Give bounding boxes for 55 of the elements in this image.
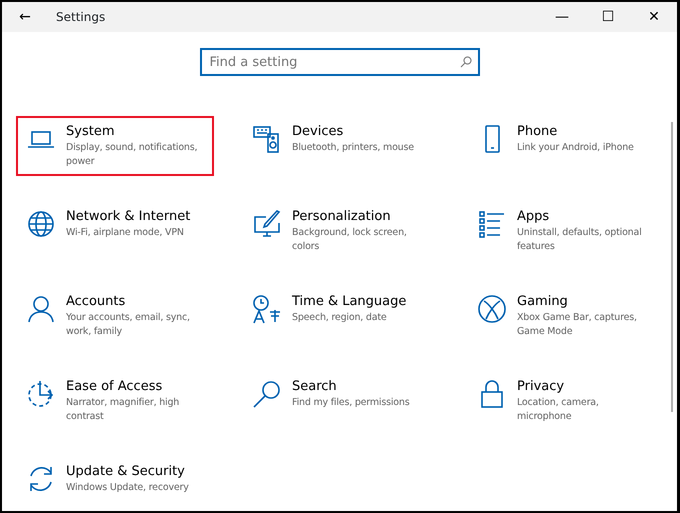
- clock-letters-icon: [252, 294, 282, 324]
- search-icon: [460, 56, 472, 68]
- maximize-button[interactable]: ☐: [585, 2, 631, 32]
- tile-title: Gaming: [517, 294, 569, 311]
- tile-description: Background, lock screen, colors: [292, 226, 408, 254]
- tile-title: Network & Internet: [66, 209, 190, 226]
- tile-title: Phone: [517, 124, 558, 141]
- back-button[interactable]: ←: [2, 2, 48, 32]
- keyboard-speaker-icon: [252, 124, 282, 154]
- settings-tile[interactable]: Accounts Your accounts, email, sync, work, family: [16, 286, 214, 346]
- tile-description: Find my files, permissions: [292, 396, 410, 410]
- settings-tile[interactable]: System Display, sound, notifications, power: [16, 116, 214, 176]
- settings-tile[interactable]: Phone Link your Android, iPhone: [467, 116, 665, 163]
- tile-title: Apps: [517, 209, 550, 226]
- minimize-button[interactable]: —: [539, 2, 585, 32]
- close-button[interactable]: ✕: [631, 2, 677, 32]
- tile-description: Display, sound, notifications, power: [66, 140, 198, 168]
- tile-description: Your accounts, email, sync, work, family: [66, 310, 191, 338]
- settings-tile[interactable]: Ease of Access Narrator, magnifier, high contrast: [16, 371, 214, 432]
- dashed-clock-icon: [26, 379, 56, 409]
- tile-description: Speech, region, date: [292, 310, 388, 325]
- magnifier-icon: [252, 379, 282, 409]
- settings-tile[interactable]: Devices Bluetooth, printers, mouse: [242, 116, 440, 163]
- tile-title: Devices: [292, 124, 344, 141]
- person-icon: [26, 294, 56, 324]
- settings-tile[interactable]: Gaming Xbox Game Bar, captures, Game Mode: [467, 286, 665, 346]
- scrollbar[interactable]: [671, 122, 673, 412]
- tile-title: Accounts: [66, 294, 126, 311]
- tile-title: System: [66, 124, 116, 141]
- globe-icon: [26, 209, 56, 239]
- settings-tile[interactable]: Apps Uninstall, defaults, optional features: [467, 201, 665, 262]
- tile-description: Location, camera, microphone: [517, 396, 600, 424]
- settings-tile[interactable]: Update & Security Windows Update, recovery: [16, 456, 214, 503]
- list-icon: [477, 209, 507, 239]
- search-field[interactable]: Find a setting: [200, 48, 480, 76]
- tile-description: Xbox Game Bar, captures, Game Mode: [517, 310, 638, 338]
- settings-tile[interactable]: Search Find my files, permissions: [242, 371, 440, 418]
- tile-description: Windows Update, recovery: [66, 480, 189, 495]
- tile-description: Uninstall, defaults, optional features: [517, 226, 643, 254]
- settings-tile[interactable]: Network & Internet Wi-Fi, airplane mode, VPN: [16, 201, 214, 248]
- tile-title: Personalization: [292, 209, 392, 226]
- tile-title: Ease of Access: [66, 379, 164, 396]
- tile-title: Privacy: [517, 379, 566, 396]
- window-title: Settings: [56, 9, 106, 26]
- tile-title: Time & Language: [292, 294, 406, 311]
- tile-description: Narrator, magnifier, high contrast: [66, 396, 180, 424]
- tile-title: Update & Security: [66, 464, 186, 481]
- settings-tile[interactable]: Time & Language Speech, region, date: [242, 286, 440, 333]
- settings-tile[interactable]: Personalization Background, lock screen, colors: [242, 201, 440, 262]
- tile-description: Bluetooth, printers, mouse: [292, 140, 414, 155]
- settings-tile[interactable]: Privacy Location, camera, microphone: [467, 371, 665, 432]
- tile-title: Search: [292, 379, 338, 396]
- paintbrush-monitor-icon: [252, 209, 282, 239]
- tile-description: Wi-Fi, airplane mode, VPN: [66, 226, 185, 240]
- tile-description: Link your Android, iPhone: [517, 140, 634, 155]
